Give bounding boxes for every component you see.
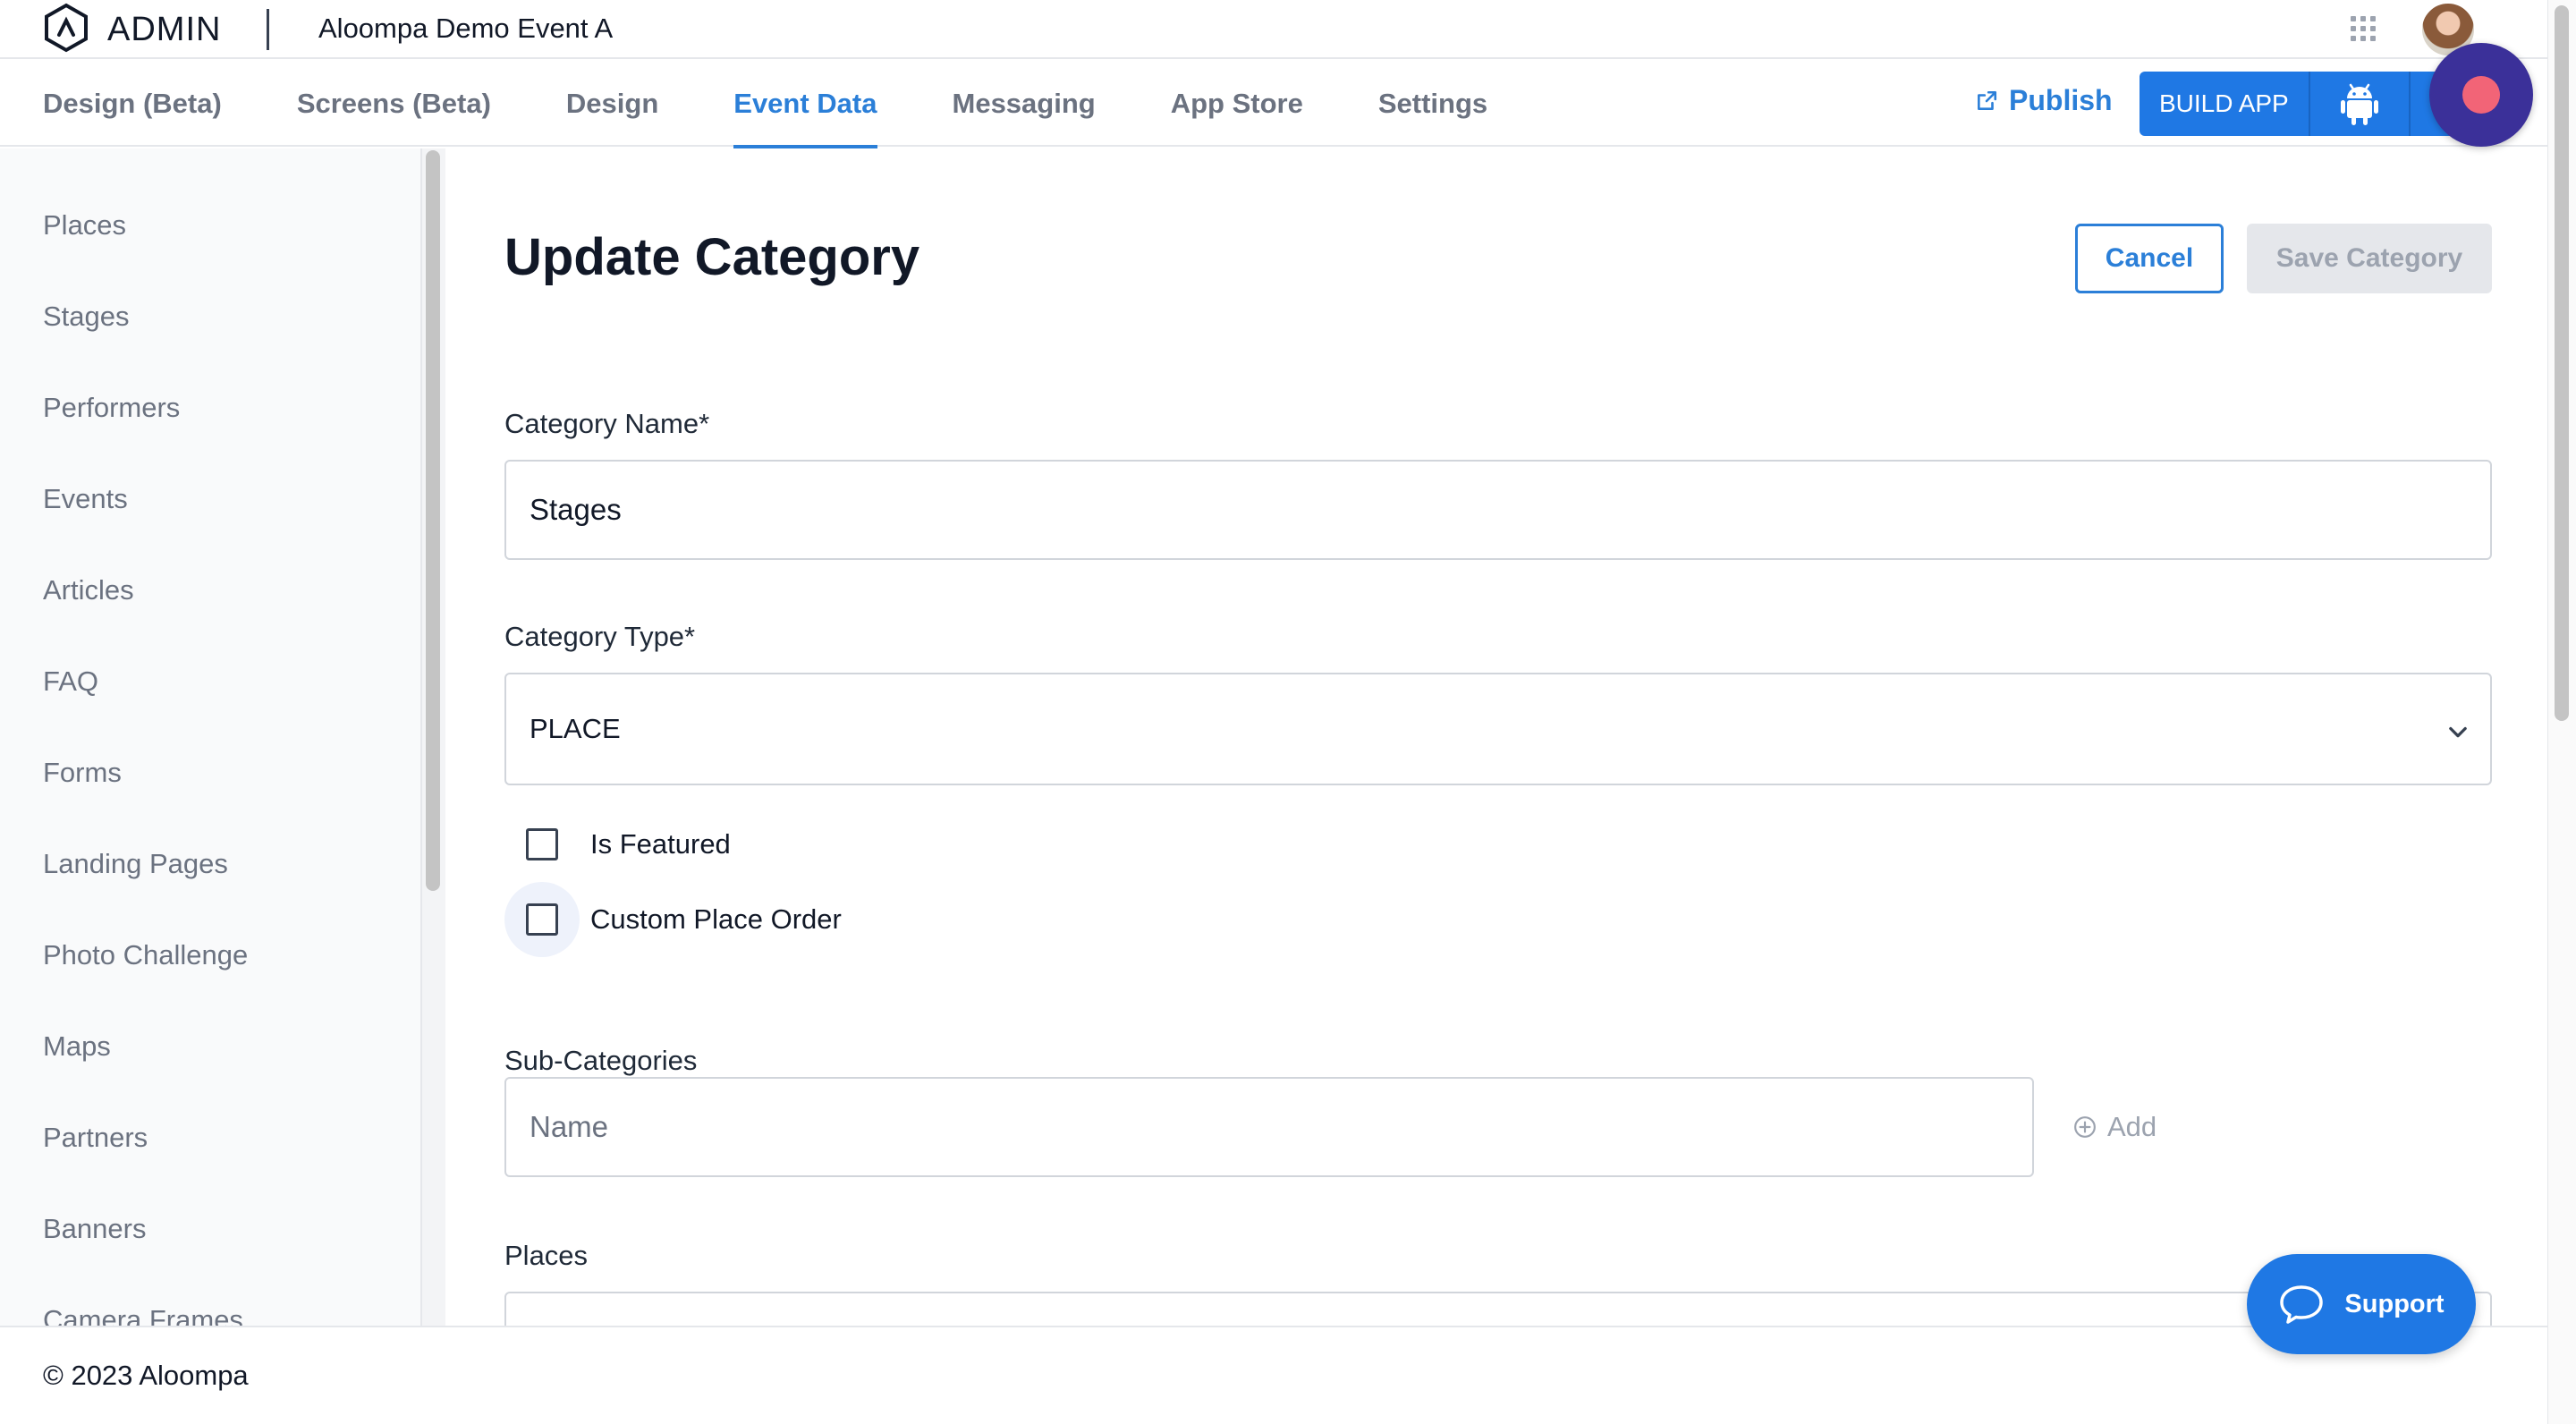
window-scrollbar[interactable] xyxy=(2555,5,2569,721)
sidebar-item-photo-challenge[interactable]: Photo Challenge xyxy=(43,939,248,971)
tab-event-data[interactable]: Event Data xyxy=(733,61,877,148)
sidebar: Places Stages Performers Events Articles… xyxy=(0,148,422,1326)
build-app-button[interactable]: BUILD APP xyxy=(2140,72,2310,136)
support-label: Support xyxy=(2344,1289,2445,1318)
android-icon xyxy=(2340,83,2378,125)
nav-tabs: Design (Beta) Screens (Beta) Design Even… xyxy=(43,61,1487,148)
category-type-label: Category Type* xyxy=(504,621,696,652)
is-featured-label: Is Featured xyxy=(590,828,731,860)
plus-circle-icon xyxy=(2074,1116,2096,1138)
support-button[interactable]: Support xyxy=(2247,1254,2476,1354)
is-featured-checkbox-wrap xyxy=(504,807,580,882)
sidebar-item-performers[interactable]: Performers xyxy=(43,392,180,424)
admin-label: ADMIN xyxy=(107,11,222,48)
tab-design-beta[interactable]: Design (Beta) xyxy=(43,61,222,147)
add-label: Add xyxy=(2107,1111,2157,1142)
sidebar-item-stages[interactable]: Stages xyxy=(43,301,130,333)
sidebar-item-places[interactable]: Places xyxy=(43,209,126,242)
footer: © 2023 Aloompa xyxy=(0,1326,2547,1424)
main-nav: Design (Beta) Screens (Beta) Design Even… xyxy=(0,61,2547,148)
category-type-value: PLACE xyxy=(530,713,621,744)
sidebar-item-articles[interactable]: Articles xyxy=(43,574,134,606)
record-button[interactable] xyxy=(2429,43,2533,147)
is-featured-checkbox[interactable] xyxy=(526,828,558,860)
sidebar-item-landing-pages[interactable]: Landing Pages xyxy=(43,848,228,880)
sidebar-item-partners[interactable]: Partners xyxy=(43,1122,148,1154)
sidebar-item-camera-frames[interactable]: Camera Frames xyxy=(43,1304,243,1326)
custom-place-order-checkbox[interactable] xyxy=(526,903,558,936)
chevron-down-icon xyxy=(2449,726,2467,738)
chat-bubble-icon xyxy=(2280,1285,2324,1324)
cancel-button[interactable]: Cancel xyxy=(2075,224,2224,293)
record-icon xyxy=(2462,76,2500,114)
add-subcategory-button[interactable]: Add xyxy=(2073,1111,2157,1143)
page-title: Update Category xyxy=(504,228,920,286)
subcategories-label: Sub-Categories xyxy=(504,1045,698,1076)
android-build-button[interactable] xyxy=(2309,72,2411,136)
tab-design[interactable]: Design xyxy=(566,61,658,147)
tab-messaging[interactable]: Messaging xyxy=(953,61,1096,147)
subcategory-name-input[interactable] xyxy=(504,1077,2034,1177)
main-content: Update Category Cancel Save Category Cat… xyxy=(445,148,2547,1326)
custom-place-order-label: Custom Place Order xyxy=(590,903,842,935)
sidebar-item-maps[interactable]: Maps xyxy=(43,1030,111,1063)
category-name-input[interactable] xyxy=(504,460,2492,560)
publish-label: Publish xyxy=(2009,84,2113,116)
category-type-select[interactable]: PLACE xyxy=(504,673,2492,785)
sidebar-item-faq[interactable]: FAQ xyxy=(43,665,98,698)
sidebar-item-events[interactable]: Events xyxy=(43,483,128,515)
sidebar-scrollbar[interactable] xyxy=(426,150,440,891)
places-label: Places xyxy=(504,1240,589,1271)
sidebar-item-forms[interactable]: Forms xyxy=(43,757,122,789)
custom-place-order-checkbox-wrap xyxy=(504,882,580,957)
aloompa-logo-icon xyxy=(45,3,88,53)
tab-screens-beta[interactable]: Screens (Beta) xyxy=(297,61,491,147)
publish-button[interactable]: Publish xyxy=(1975,84,2113,117)
category-name-label: Category Name* xyxy=(504,408,710,439)
sidebar-item-banners[interactable]: Banners xyxy=(43,1213,146,1245)
top-bar: ADMIN Aloompa Demo Event A xyxy=(0,0,2547,59)
custom-place-order-row[interactable]: Custom Place Order xyxy=(504,882,842,957)
grid-icon[interactable] xyxy=(2351,16,2376,41)
copyright-text: © 2023 Aloompa xyxy=(43,1360,249,1391)
tab-settings[interactable]: Settings xyxy=(1378,61,1487,147)
event-title[interactable]: Aloompa Demo Event A xyxy=(318,13,613,45)
external-link-icon xyxy=(1978,90,1997,110)
title-separator xyxy=(267,9,269,50)
save-category-button[interactable]: Save Category xyxy=(2247,224,2492,293)
tab-app-store[interactable]: App Store xyxy=(1171,61,1303,147)
places-input[interactable] xyxy=(504,1292,2492,1326)
is-featured-row[interactable]: Is Featured xyxy=(504,807,731,882)
